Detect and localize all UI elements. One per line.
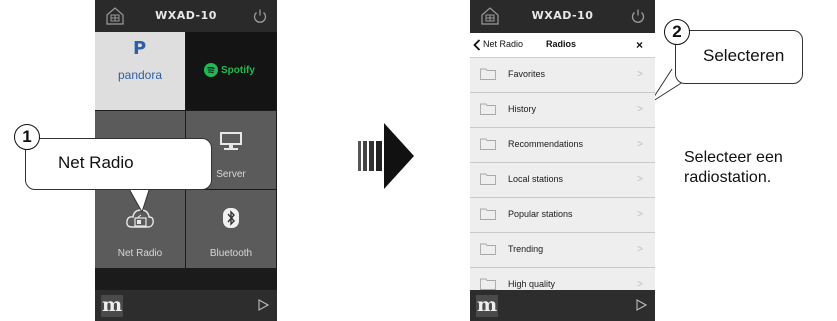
list-item-trending[interactable]: Trending > [470,233,655,268]
brand-logo-icon: m [101,294,123,317]
folder-icon [480,173,496,185]
tile-spotify[interactable]: Spotify [186,32,276,110]
nav-bar: Net Radio Radios × [470,33,655,58]
server-icon [220,132,242,150]
tile-label-spotify: Spotify [221,64,255,76]
folder-icon [480,103,496,115]
tile-pandora[interactable]: P pandora [95,32,185,110]
list-item-favorites[interactable]: Favorites > [470,58,655,93]
power-icon[interactable] [252,8,268,24]
app-header: WXAD-10 [95,0,277,32]
list-item-label: Popular stations [508,209,573,219]
striped-arrow-icon [358,123,414,189]
device-name: WXAD-10 [531,9,594,22]
cloud-radio-icon [126,209,154,228]
step-number-2: 2 [664,19,690,45]
page-title: Radios [546,39,577,49]
chevron-right-icon: > [637,104,643,115]
tile-label-pandora: pandora [117,68,163,82]
app-header: WXAD-10 [470,0,655,33]
callout-selecteren: Selecteren [675,30,803,84]
list-item-popular-stations[interactable]: Popular stations > [470,198,655,233]
chevron-left-icon[interactable] [473,39,481,51]
chevron-right-icon: > [637,244,643,255]
spotify-logo: Spotify [204,63,255,77]
callout-net-radio: Net Radio [25,138,212,190]
chevron-right-icon: > [637,139,643,150]
brand-logo-icon: m [476,294,498,317]
chevron-right-icon: > [637,279,643,290]
tile-bluetooth[interactable]: Bluetooth [186,190,276,268]
step-number-1: 1 [14,124,40,150]
device-name: WXAD-10 [155,9,217,22]
pandora-logo-icon: P [133,38,147,59]
list-item-label: High quality [508,279,556,289]
chevron-right-icon: > [637,209,643,220]
tile-label-bluetooth: Bluetooth [209,248,253,259]
chevron-right-icon: > [637,174,643,185]
bluetooth-icon [223,208,239,228]
close-icon[interactable]: × [636,38,643,52]
list-item-label: History [508,104,537,114]
spotify-icon [204,63,218,77]
app-screen-radios: WXAD-10 Net Radio Radios × Favorites > H… [470,0,655,321]
list-item-history[interactable]: History > [470,93,655,128]
folder-icon [480,68,496,80]
power-icon[interactable] [630,8,646,24]
play-icon[interactable] [257,299,269,311]
list-item-label: Favorites [508,69,546,79]
callout-1-text: Net Radio [58,153,134,172]
list-item-label: Trending [508,244,544,254]
folder-icon [480,138,496,150]
player-bar: m [470,290,655,321]
folder-icon [480,208,496,220]
player-bar: m [95,290,277,321]
folder-icon [480,243,496,255]
play-icon[interactable] [635,299,647,311]
list-item-label: Recommendations [508,139,584,149]
folder-icon [480,278,496,290]
tile-label-net-radio: Net Radio [117,248,163,259]
back-button[interactable]: Net Radio [483,39,523,49]
tile-net-radio[interactable]: Net Radio [95,190,185,268]
list-item-label: Local stations [508,174,564,184]
chevron-right-icon: > [637,69,643,80]
callout-2-text: Selecteren [703,46,785,65]
list-item-recommendations[interactable]: Recommendations > [470,128,655,163]
instruction-text: Selecteer een radiostation. [684,149,783,186]
list-item-local-stations[interactable]: Local stations > [470,163,655,198]
